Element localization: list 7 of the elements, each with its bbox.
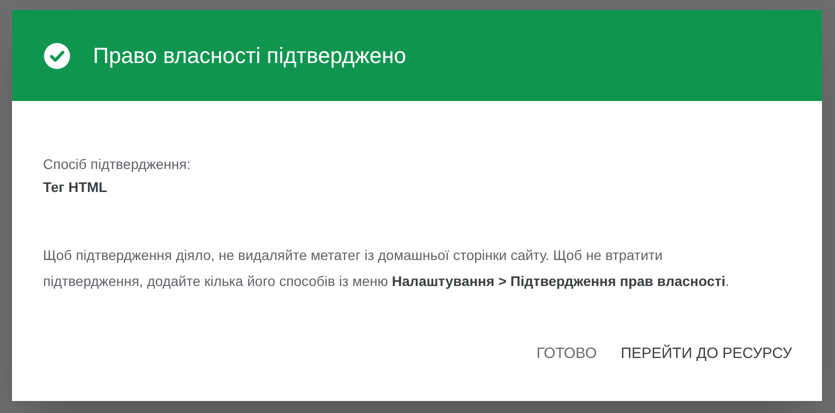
go-to-resource-button[interactable]: ПЕРЕЙТИ ДО РЕСУРСУ — [612, 334, 800, 373]
dialog-title: Право власності підтверджено — [93, 42, 406, 70]
method-label: Спосіб підтвердження: — [43, 155, 192, 174]
check-icon — [44, 42, 70, 68]
info-message: Щоб підтвердження діяло, не видаляйте метатег із домашньої сторінки сайту. Щоб не втратити підтвердження, додайте кілька його способів із меню Налаштування > Підтвердження прав власності. — [43, 246, 730, 291]
done-button[interactable]: ГОТОВО — [528, 334, 605, 373]
method-value: Тег HTML — [43, 178, 108, 197]
